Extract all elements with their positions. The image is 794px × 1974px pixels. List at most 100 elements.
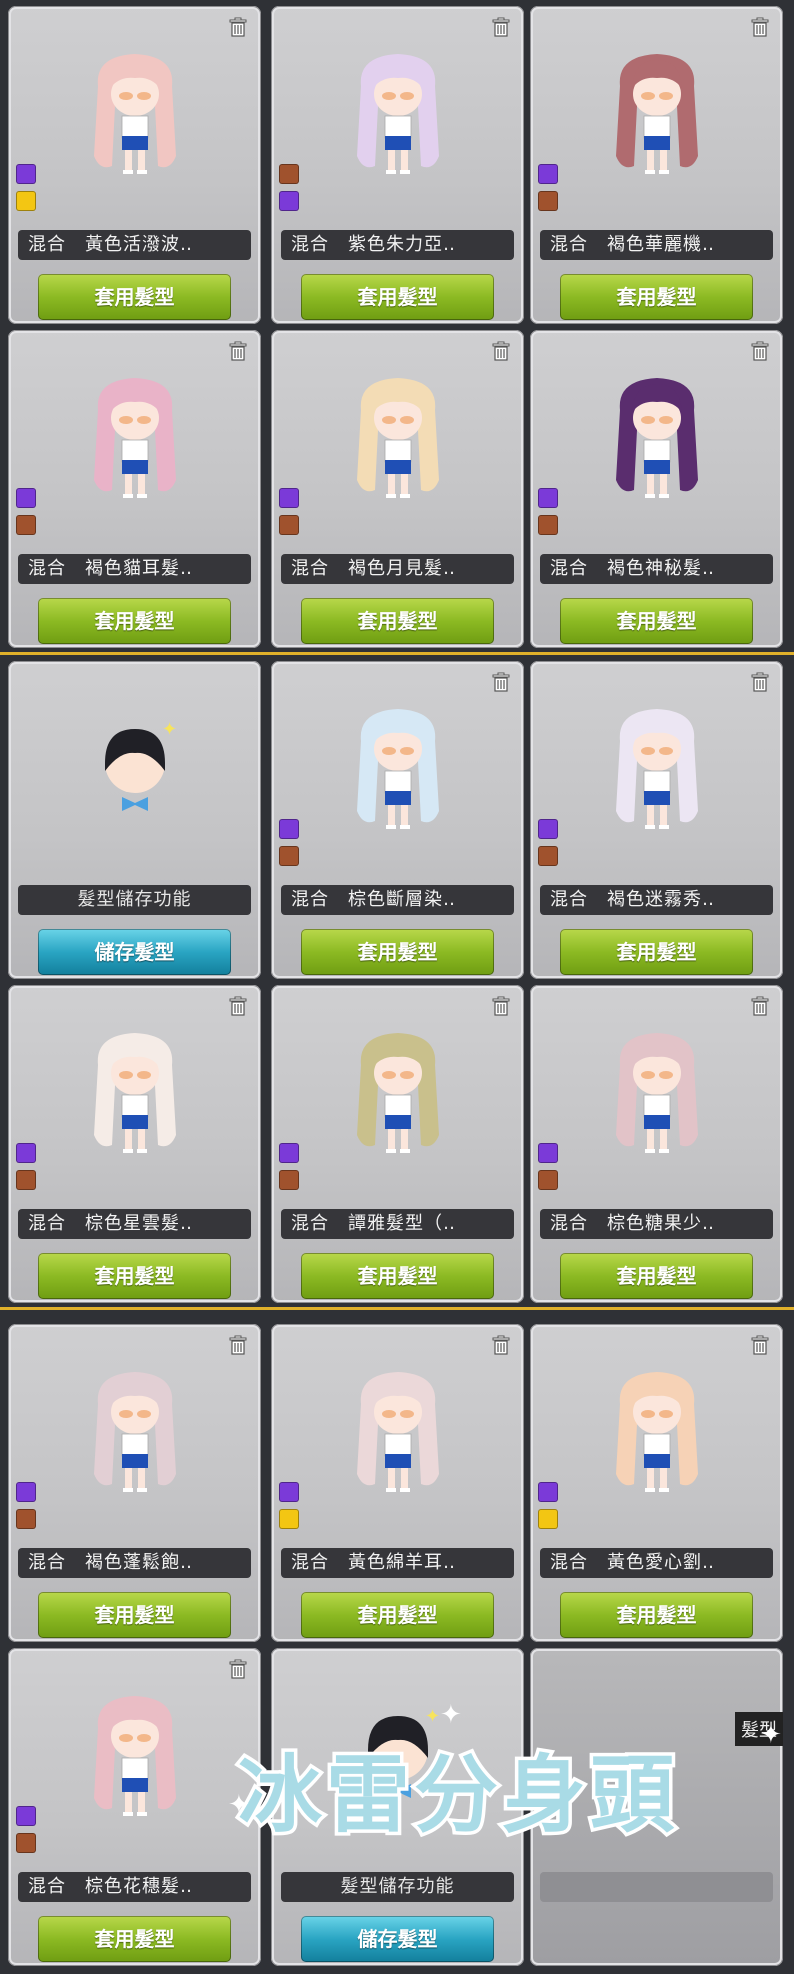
- character-avatar: [615, 54, 698, 174]
- apply-hair-button[interactable]: 套用髮型: [560, 929, 753, 975]
- hairstyle-name: 混合 棕色斷層染‥: [281, 885, 514, 915]
- watermark-text: 冰雷分身頭: [235, 1743, 679, 1848]
- character-avatar: [356, 709, 439, 829]
- dye-swatches: [16, 488, 36, 542]
- trash-icon[interactable]: [490, 16, 512, 38]
- brown-swatch: [538, 1170, 558, 1190]
- character-avatar: [356, 54, 439, 174]
- trash-icon[interactable]: [227, 1658, 249, 1680]
- purple-swatch: [16, 1482, 36, 1502]
- dye-swatches: [279, 1143, 299, 1197]
- hairstyle-name: 混合 褐色迷霧秀‥: [540, 885, 773, 915]
- svg-text:✦: ✦: [425, 1706, 440, 1727]
- hairstyle-name: 混合 譚雅髮型（‥: [281, 1209, 514, 1239]
- apply-hair-button[interactable]: 套用髮型: [301, 1253, 494, 1299]
- brown-swatch: [279, 846, 299, 866]
- trash-icon[interactable]: [490, 1334, 512, 1356]
- purple-swatch: [16, 164, 36, 184]
- hairstyle-card: 混合 褐色華麗機‥ 套用髮型: [530, 6, 783, 324]
- hairstyle-name: 髮型儲存功能: [281, 1872, 514, 1902]
- apply-hair-button[interactable]: 套用髮型: [38, 1916, 231, 1962]
- hairstyle-name: 混合 黃色愛心劉‥: [540, 1548, 773, 1578]
- trash-icon[interactable]: [227, 1334, 249, 1356]
- hairstyle-card: 混合 褐色迷霧秀‥ 套用髮型: [530, 661, 783, 979]
- dye-swatches: [16, 1482, 36, 1536]
- save-hair-button[interactable]: 儲存髮型: [38, 929, 231, 975]
- hairstyle-name: 混合 紫色朱力亞‥: [281, 230, 514, 260]
- trash-icon[interactable]: [749, 1334, 771, 1356]
- character-avatar: [93, 1372, 176, 1492]
- brown-swatch: [16, 1833, 36, 1853]
- hairstyle-card: 混合 褐色神秘髮‥ 套用髮型: [530, 330, 783, 648]
- purple-swatch: [16, 488, 36, 508]
- apply-hair-button[interactable]: 套用髮型: [301, 929, 494, 975]
- sparkle-icon: ✦: [440, 1700, 462, 1730]
- apply-hair-button[interactable]: 套用髮型: [560, 1592, 753, 1638]
- hairstyle-card: 混合 棕色斷層染‥ 套用髮型: [271, 661, 524, 979]
- brown-swatch: [279, 515, 299, 535]
- dye-swatches: [538, 164, 558, 218]
- apply-hair-button[interactable]: 套用髮型: [301, 274, 494, 320]
- trash-icon[interactable]: [227, 340, 249, 362]
- hairstyle-name: 混合 棕色花穗髮‥: [18, 1872, 251, 1902]
- apply-hair-button[interactable]: 套用髮型: [301, 1592, 494, 1638]
- trash-icon[interactable]: [749, 16, 771, 38]
- dye-swatches: [279, 164, 299, 218]
- apply-hair-button[interactable]: 套用髮型: [38, 274, 231, 320]
- apply-hair-button[interactable]: 套用髮型: [560, 1253, 753, 1299]
- hairstyle-name: 混合 褐色華麗機‥: [540, 230, 773, 260]
- character-avatar: [356, 1372, 439, 1492]
- dye-swatches: [538, 488, 558, 542]
- purple-swatch: [279, 819, 299, 839]
- save-hair-button[interactable]: 儲存髮型: [301, 1916, 494, 1962]
- purple-swatch: [538, 488, 558, 508]
- empty-name-bar: [540, 1872, 773, 1902]
- purple-swatch: [279, 1482, 299, 1502]
- hairstyle-card: 混合 褐色貓耳髮‥ 套用髮型: [8, 330, 261, 648]
- hairstyle-card: 混合 褐色月見髮‥ 套用髮型: [271, 330, 524, 648]
- purple-swatch: [538, 164, 558, 184]
- dye-swatches: [279, 488, 299, 542]
- hairstyle-card: 混合 黃色愛心劉‥ 套用髮型: [530, 1324, 783, 1642]
- character-avatar: [356, 378, 439, 498]
- card-section: 混合 褐色蓬鬆飽‥ 套用髮型 混合 黃色綿羊耳‥ 套用髮型 混合 黃色愛心劉‥ 套用髮型混…: [0, 1310, 794, 1974]
- trash-icon[interactable]: [749, 995, 771, 1017]
- apply-hair-button[interactable]: 套用髮型: [38, 598, 231, 644]
- sparkle-icon: ✦: [228, 1790, 250, 1820]
- trash-icon[interactable]: [490, 671, 512, 693]
- apply-hair-button[interactable]: 套用髮型: [38, 1592, 231, 1638]
- character-avatar: [615, 378, 698, 498]
- storage-head-icon: ✦: [104, 719, 177, 811]
- character-avatar: [93, 54, 176, 174]
- trash-icon[interactable]: [227, 995, 249, 1017]
- dye-swatches: [279, 1482, 299, 1536]
- apply-hair-button[interactable]: 套用髮型: [301, 598, 494, 644]
- hairstyle-name: 髮型儲存功能: [18, 885, 251, 915]
- character-avatar: [93, 1033, 176, 1153]
- hairstyle-card: 混合 黃色綿羊耳‥ 套用髮型: [271, 1324, 524, 1642]
- hairstyle-name: 混合 棕色星雲髮‥: [18, 1209, 251, 1239]
- trash-icon[interactable]: [227, 16, 249, 38]
- brown-swatch: [16, 515, 36, 535]
- yellow-swatch: [538, 1509, 558, 1529]
- brown-swatch: [538, 191, 558, 211]
- apply-hair-button[interactable]: 套用髮型: [38, 1253, 231, 1299]
- character-avatar: [615, 1033, 698, 1153]
- trash-icon[interactable]: [490, 995, 512, 1017]
- purple-swatch: [279, 191, 299, 211]
- hairstyle-card: 混合 褐色蓬鬆飽‥ 套用髮型: [8, 1324, 261, 1642]
- trash-icon[interactable]: [749, 671, 771, 693]
- purple-swatch: [16, 1143, 36, 1163]
- sparkle-icon: ✦: [760, 1720, 782, 1750]
- purple-swatch: [279, 488, 299, 508]
- character-avatar: [356, 1033, 439, 1153]
- storage-card: ✦ 髮型儲存功能儲存髮型: [8, 661, 261, 979]
- apply-hair-button[interactable]: 套用髮型: [560, 274, 753, 320]
- section-divider: [0, 1307, 794, 1310]
- dye-swatches: [16, 1806, 36, 1860]
- trash-icon[interactable]: [749, 340, 771, 362]
- dye-swatches: [279, 819, 299, 873]
- apply-hair-button[interactable]: 套用髮型: [560, 598, 753, 644]
- trash-icon[interactable]: [490, 340, 512, 362]
- purple-swatch: [279, 1143, 299, 1163]
